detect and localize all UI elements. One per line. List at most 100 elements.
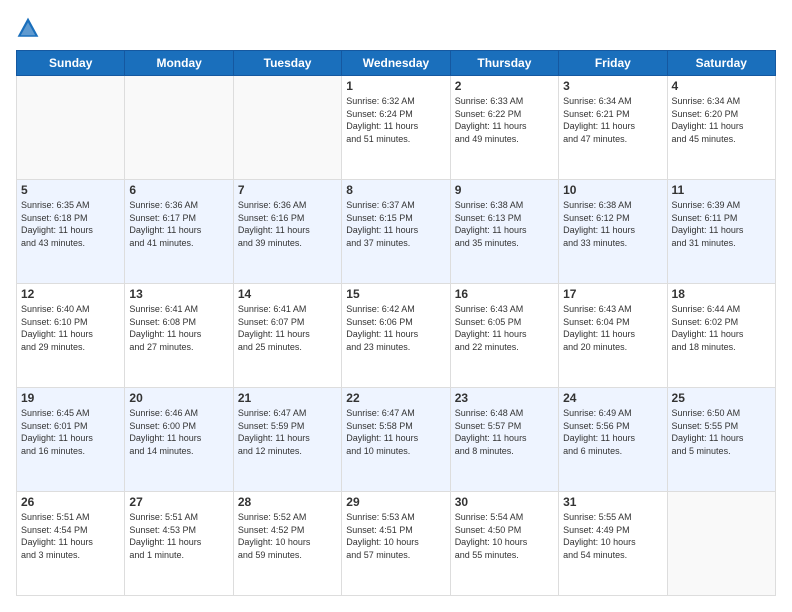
day-number: 13	[129, 287, 228, 301]
day-info: Sunrise: 6:44 AM Sunset: 6:02 PM Dayligh…	[672, 303, 771, 353]
day-info: Sunrise: 6:34 AM Sunset: 6:20 PM Dayligh…	[672, 95, 771, 145]
day-cell: 18 Sunrise: 6:44 AM Sunset: 6:02 PM Dayli…	[667, 284, 775, 388]
day-cell: 1 Sunrise: 6:32 AM Sunset: 6:24 PM Daylig…	[342, 76, 450, 180]
day-header-monday: Monday	[125, 51, 233, 76]
day-cell: 4Sunrise: 6:34 AM Sunset: 6:20 PM Daylig…	[667, 76, 775, 180]
day-cell: 3 Sunrise: 6:34 AM Sunset: 6:21 PM Daylig…	[559, 76, 667, 180]
day-cell: 8 Sunrise: 6:37 AM Sunset: 6:15 PM Daylig…	[342, 180, 450, 284]
day-info: Sunrise: 6:38 AM Sunset: 6:12 PM Dayligh…	[563, 199, 662, 249]
day-number: 17	[563, 287, 662, 301]
day-number: 3	[563, 79, 662, 93]
day-number: 9	[455, 183, 554, 197]
day-info: Sunrise: 6:41 AM Sunset: 6:07 PM Dayligh…	[238, 303, 337, 353]
day-info: Sunrise: 5:54 AM Sunset: 4:50 PM Dayligh…	[455, 511, 554, 561]
page: SundayMondayTuesdayWednesdayThursdayFrid…	[0, 0, 792, 612]
day-number: 15	[346, 287, 445, 301]
day-header-friday: Friday	[559, 51, 667, 76]
day-number: 6	[129, 183, 228, 197]
header	[16, 16, 776, 40]
day-info: Sunrise: 5:53 AM Sunset: 4:51 PM Dayligh…	[346, 511, 445, 561]
day-cell: 13 Sunrise: 6:41 AM Sunset: 6:08 PM Dayli…	[125, 284, 233, 388]
day-info: Sunrise: 6:33 AM Sunset: 6:22 PM Dayligh…	[455, 95, 554, 145]
day-cell: 19 Sunrise: 6:45 AM Sunset: 6:01 PM Dayli…	[17, 388, 125, 492]
day-header-thursday: Thursday	[450, 51, 558, 76]
day-number: 5	[21, 183, 120, 197]
day-info: Sunrise: 6:36 AM Sunset: 6:17 PM Dayligh…	[129, 199, 228, 249]
day-info: Sunrise: 5:55 AM Sunset: 4:49 PM Dayligh…	[563, 511, 662, 561]
day-number: 23	[455, 391, 554, 405]
day-cell	[125, 76, 233, 180]
day-info: Sunrise: 6:32 AM Sunset: 6:24 PM Dayligh…	[346, 95, 445, 145]
day-info: Sunrise: 6:36 AM Sunset: 6:16 PM Dayligh…	[238, 199, 337, 249]
day-info: Sunrise: 6:38 AM Sunset: 6:13 PM Dayligh…	[455, 199, 554, 249]
day-cell: 11Sunrise: 6:39 AM Sunset: 6:11 PM Dayli…	[667, 180, 775, 284]
day-number: 12	[21, 287, 120, 301]
day-number: 14	[238, 287, 337, 301]
day-cell: 30 Sunrise: 5:54 AM Sunset: 4:50 PM Dayli…	[450, 492, 558, 596]
day-info: Sunrise: 6:39 AM Sunset: 6:11 PM Dayligh…	[672, 199, 771, 249]
week-row-2: 5 Sunrise: 6:35 AM Sunset: 6:18 PM Daylig…	[17, 180, 776, 284]
day-info: Sunrise: 5:51 AM Sunset: 4:53 PM Dayligh…	[129, 511, 228, 561]
day-cell: 17 Sunrise: 6:43 AM Sunset: 6:04 PM Dayli…	[559, 284, 667, 388]
day-info: Sunrise: 6:50 AM Sunset: 5:55 PM Dayligh…	[672, 407, 771, 457]
day-cell: 10 Sunrise: 6:38 AM Sunset: 6:12 PM Dayli…	[559, 180, 667, 284]
week-row-3: 12 Sunrise: 6:40 AM Sunset: 6:10 PM Dayli…	[17, 284, 776, 388]
day-cell: 6 Sunrise: 6:36 AM Sunset: 6:17 PM Daylig…	[125, 180, 233, 284]
day-cell: 22 Sunrise: 6:47 AM Sunset: 5:58 PM Dayli…	[342, 388, 450, 492]
day-cell: 27Sunrise: 5:51 AM Sunset: 4:53 PM Dayli…	[125, 492, 233, 596]
day-number: 16	[455, 287, 554, 301]
day-info: Sunrise: 6:41 AM Sunset: 6:08 PM Dayligh…	[129, 303, 228, 353]
day-cell: 26 Sunrise: 5:51 AM Sunset: 4:54 PM Dayli…	[17, 492, 125, 596]
day-info: Sunrise: 6:35 AM Sunset: 6:18 PM Dayligh…	[21, 199, 120, 249]
day-cell: 14 Sunrise: 6:41 AM Sunset: 6:07 PM Dayli…	[233, 284, 341, 388]
day-info: Sunrise: 6:47 AM Sunset: 5:59 PM Dayligh…	[238, 407, 337, 457]
day-cell: 29Sunrise: 5:53 AM Sunset: 4:51 PM Dayli…	[342, 492, 450, 596]
day-number: 20	[129, 391, 228, 405]
logo	[16, 16, 44, 40]
day-cell: 7Sunrise: 6:36 AM Sunset: 6:16 PM Daylig…	[233, 180, 341, 284]
day-number: 21	[238, 391, 337, 405]
day-number: 1	[346, 79, 445, 93]
day-info: Sunrise: 6:34 AM Sunset: 6:21 PM Dayligh…	[563, 95, 662, 145]
calendar-table: SundayMondayTuesdayWednesdayThursdayFrid…	[16, 50, 776, 596]
week-row-4: 19 Sunrise: 6:45 AM Sunset: 6:01 PM Dayli…	[17, 388, 776, 492]
day-number: 10	[563, 183, 662, 197]
day-info: Sunrise: 6:43 AM Sunset: 6:04 PM Dayligh…	[563, 303, 662, 353]
day-cell	[667, 492, 775, 596]
day-number: 28	[238, 495, 337, 509]
day-info: Sunrise: 6:43 AM Sunset: 6:05 PM Dayligh…	[455, 303, 554, 353]
day-number: 22	[346, 391, 445, 405]
logo-icon	[16, 16, 40, 40]
day-number: 25	[672, 391, 771, 405]
days-header-row: SundayMondayTuesdayWednesdayThursdayFrid…	[17, 51, 776, 76]
day-cell: 20 Sunrise: 6:46 AM Sunset: 6:00 PM Dayli…	[125, 388, 233, 492]
day-info: Sunrise: 6:46 AM Sunset: 6:00 PM Dayligh…	[129, 407, 228, 457]
day-cell: 25 Sunrise: 6:50 AM Sunset: 5:55 PM Dayli…	[667, 388, 775, 492]
day-info: Sunrise: 6:48 AM Sunset: 5:57 PM Dayligh…	[455, 407, 554, 457]
day-number: 2	[455, 79, 554, 93]
day-header-sunday: Sunday	[17, 51, 125, 76]
day-cell	[233, 76, 341, 180]
day-info: Sunrise: 5:51 AM Sunset: 4:54 PM Dayligh…	[21, 511, 120, 561]
day-number: 19	[21, 391, 120, 405]
day-cell: 5 Sunrise: 6:35 AM Sunset: 6:18 PM Daylig…	[17, 180, 125, 284]
day-info: Sunrise: 6:37 AM Sunset: 6:15 PM Dayligh…	[346, 199, 445, 249]
day-info: Sunrise: 6:47 AM Sunset: 5:58 PM Dayligh…	[346, 407, 445, 457]
day-number: 24	[563, 391, 662, 405]
day-number: 26	[21, 495, 120, 509]
day-info: Sunrise: 6:45 AM Sunset: 6:01 PM Dayligh…	[21, 407, 120, 457]
day-cell: 21 Sunrise: 6:47 AM Sunset: 5:59 PM Dayli…	[233, 388, 341, 492]
day-cell: 31 Sunrise: 5:55 AM Sunset: 4:49 PM Dayli…	[559, 492, 667, 596]
day-number: 8	[346, 183, 445, 197]
day-cell: 2 Sunrise: 6:33 AM Sunset: 6:22 PM Daylig…	[450, 76, 558, 180]
day-number: 18	[672, 287, 771, 301]
day-cell	[17, 76, 125, 180]
day-header-saturday: Saturday	[667, 51, 775, 76]
day-info: Sunrise: 5:52 AM Sunset: 4:52 PM Dayligh…	[238, 511, 337, 561]
day-header-wednesday: Wednesday	[342, 51, 450, 76]
day-number: 30	[455, 495, 554, 509]
day-cell: 9 Sunrise: 6:38 AM Sunset: 6:13 PM Daylig…	[450, 180, 558, 284]
day-info: Sunrise: 6:40 AM Sunset: 6:10 PM Dayligh…	[21, 303, 120, 353]
day-cell: 24Sunrise: 6:49 AM Sunset: 5:56 PM Dayli…	[559, 388, 667, 492]
day-number: 31	[563, 495, 662, 509]
